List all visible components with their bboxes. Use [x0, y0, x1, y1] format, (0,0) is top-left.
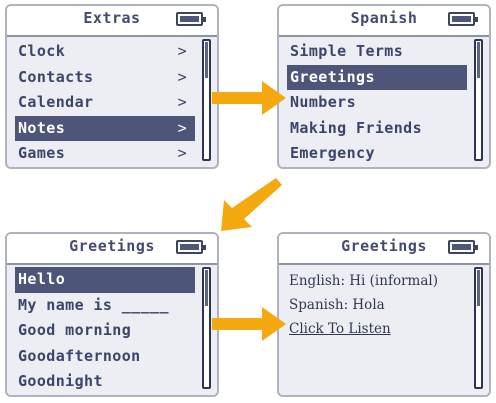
menu-item-simple-terms[interactable]: Simple Terms [287, 39, 467, 65]
menu-item-my-name-is[interactable]: My name is _____ [15, 293, 195, 319]
greetings-detail-screen: Greetings English: Hi (informal) Spanish… [277, 232, 491, 397]
scrollbar[interactable] [202, 267, 211, 389]
menu-item-clock[interactable]: Clock > [15, 39, 195, 65]
menu-item-label: Goodnight [18, 372, 103, 390]
scrollbar[interactable] [474, 267, 483, 389]
spanish-translation: Spanish: Hola [289, 297, 385, 313]
battery-icon [448, 240, 478, 254]
scrollbar-thumb[interactable] [477, 42, 480, 78]
menu-item-goodnight[interactable]: Goodnight [15, 369, 195, 395]
menu-item-label: Making Friends [290, 118, 423, 137]
listen-link[interactable]: Click To Listen [289, 317, 467, 341]
menu-list: Clock > Contacts > Calendar > Notes > Games > [15, 39, 195, 167]
menu-item-goodafternoon[interactable]: Goodafternoon [15, 344, 195, 370]
english-translation: English: Hi (informal) [289, 273, 438, 289]
menu-item-label: Games [18, 144, 66, 162]
arrow-down-left-icon [221, 178, 282, 231]
menu-item-games[interactable]: Games > [15, 141, 195, 167]
phrase-detail: English: Hi (informal) Spanish: Hola Cli… [289, 269, 467, 341]
spanish-screen: Spanish Simple Terms Greetings Numbers M… [277, 4, 491, 169]
scrollbar-thumb[interactable] [477, 270, 480, 306]
title-bar: Greetings [7, 234, 217, 265]
menu-list: Hello My name is _____ Good morning Good… [15, 267, 195, 395]
extras-screen: Extras Clock > Contacts > Calendar > Notes >… [5, 4, 219, 169]
chevron-right-icon: > [177, 67, 187, 86]
scrollbar[interactable] [474, 39, 483, 161]
chevron-right-icon: > [177, 42, 187, 60]
scrollbar-thumb[interactable] [205, 42, 208, 78]
menu-list: Simple Terms Greetings Numbers Making Fr… [287, 39, 467, 167]
arrow-right-icon [212, 81, 286, 115]
menu-item-label: Notes [18, 118, 66, 137]
menu-item-calendar[interactable]: Calendar > [15, 90, 195, 116]
menu-item-label: Calendar [18, 93, 94, 111]
menu-item-label: Good morning [18, 321, 132, 339]
menu-item-emergency[interactable]: Emergency [287, 141, 467, 167]
menu-item-label: Simple Terms [290, 42, 404, 60]
menu-item-label: Clock [18, 42, 66, 60]
greetings-list-screen: Greetings Hello My name is _____ Good mo… [5, 232, 219, 397]
menu-item-good-morning[interactable]: Good morning [15, 318, 195, 344]
battery-icon [176, 12, 206, 26]
chevron-right-icon: > [177, 118, 187, 137]
menu-item-greetings[interactable]: Greetings [287, 64, 467, 90]
title-bar: Spanish [279, 6, 489, 37]
menu-item-making-friends[interactable]: Making Friends [287, 116, 467, 142]
battery-icon [448, 12, 478, 26]
title-bar: Extras [7, 6, 217, 37]
scrollbar[interactable] [202, 39, 211, 161]
battery-icon [176, 240, 206, 254]
menu-item-hello[interactable]: Hello [15, 267, 195, 293]
menu-item-label: Numbers [290, 93, 357, 111]
menu-item-label: Contacts [18, 67, 94, 86]
scrollbar-thumb[interactable] [205, 270, 208, 306]
menu-item-label: Hello [18, 270, 66, 288]
menu-item-notes[interactable]: Notes > [15, 115, 195, 141]
chevron-right-icon: > [177, 93, 187, 111]
title-bar: Greetings [279, 234, 489, 265]
menu-item-label: Goodafternoon [18, 346, 141, 365]
menu-item-contacts[interactable]: Contacts > [15, 65, 195, 91]
chevron-right-icon: > [177, 144, 187, 162]
menu-item-numbers[interactable]: Numbers [287, 90, 467, 116]
arrow-right-icon [212, 307, 286, 341]
menu-item-label: My name is _____ [18, 295, 169, 314]
menu-item-label: Greetings [290, 67, 375, 86]
menu-item-label: Emergency [290, 144, 375, 162]
